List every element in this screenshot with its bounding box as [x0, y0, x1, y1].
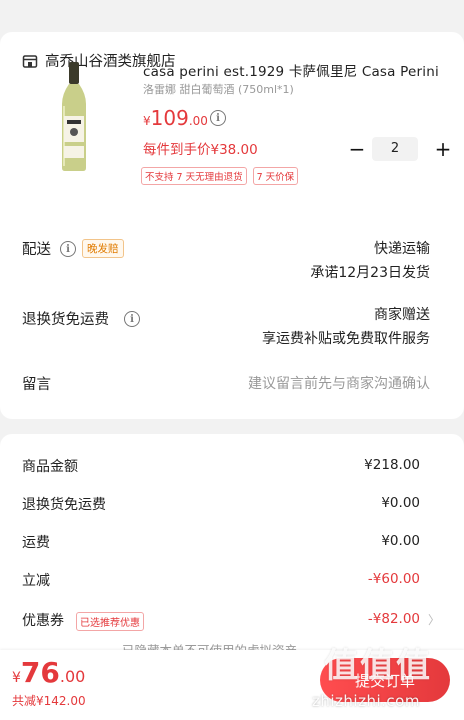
total-price: ¥ 76 .00: [12, 656, 85, 689]
summary-coupon-label[interactable]: 优惠券: [22, 610, 64, 630]
quantity-stepper: − 2 +: [346, 137, 454, 161]
price-info-icon[interactable]: i: [210, 110, 226, 126]
return-shipping-label: 退换货免运费: [22, 312, 109, 328]
summary-discount-label: 立减: [22, 573, 50, 589]
summary-shipping-value: ¥0.00: [381, 533, 420, 549]
message-input[interactable]: 建议留言前先与商家沟通确认: [248, 373, 430, 393]
price-integer: 109: [150, 106, 189, 130]
price-protect-tag[interactable]: 7 天价保: [252, 167, 299, 185]
message-label: 留言: [22, 377, 51, 393]
return-shipping-desc: 享运费补贴或免费取件服务: [262, 331, 430, 347]
total-currency: ¥: [12, 670, 21, 686]
summary-shipping-label: 运费: [22, 535, 50, 551]
hand-price: 每件到手价¥38.00: [143, 142, 258, 158]
summary-goods-label: 商品金额: [22, 459, 78, 475]
late-compensation-badge: 晚发赔: [82, 239, 124, 258]
summary-return-label: 退换货免运费: [22, 497, 106, 513]
return-shipping-info-icon[interactable]: i: [124, 311, 140, 327]
increase-button[interactable]: +: [432, 139, 454, 159]
product-spec: 洛雷娜 甜白葡萄酒 (750ml*1): [143, 83, 294, 96]
price-currency: ¥: [143, 114, 151, 128]
summary-return-value: ¥0.00: [381, 495, 420, 511]
store-icon: [22, 54, 38, 68]
submit-order-button[interactable]: 提交订单: [320, 658, 450, 702]
product-price: ¥ 109 .00: [143, 106, 208, 130]
summary-discount-value: -¥60.00: [367, 571, 420, 587]
delivery-label: 配送: [22, 242, 51, 258]
product-title[interactable]: casa perini est.1929 卡萨佩里尼 Casa Perini: [143, 60, 443, 80]
total-decimal: .00: [59, 667, 86, 686]
product-image[interactable]: [52, 60, 96, 172]
product-tags: 不支持 7 天无理由退货 7 天价保: [141, 167, 299, 185]
delivery-promise: 承诺12月23日发货: [310, 265, 430, 281]
summary-goods-value: ¥218.00: [364, 457, 420, 473]
price-decimal: .00: [188, 114, 208, 128]
return-shipping-value: 商家赠送: [374, 307, 430, 323]
decrease-button[interactable]: −: [346, 139, 368, 159]
checkout-bar: ¥ 76 .00 共减¥142.00 提交订单: [0, 650, 464, 720]
delivery-info-icon[interactable]: i: [60, 241, 76, 257]
total-saved: 共减¥142.00: [12, 694, 86, 708]
total-integer: 76: [20, 656, 60, 689]
quantity-value[interactable]: 2: [372, 137, 418, 161]
summary-coupon-value[interactable]: -¥82.00: [368, 611, 420, 627]
chevron-right-icon[interactable]: 〉: [428, 611, 440, 628]
no-return-tag: 不支持 7 天无理由退货: [141, 167, 247, 185]
delivery-method[interactable]: 快递运输: [374, 238, 430, 258]
coupon-recommend-badge: 已选推荐优惠: [76, 612, 144, 631]
